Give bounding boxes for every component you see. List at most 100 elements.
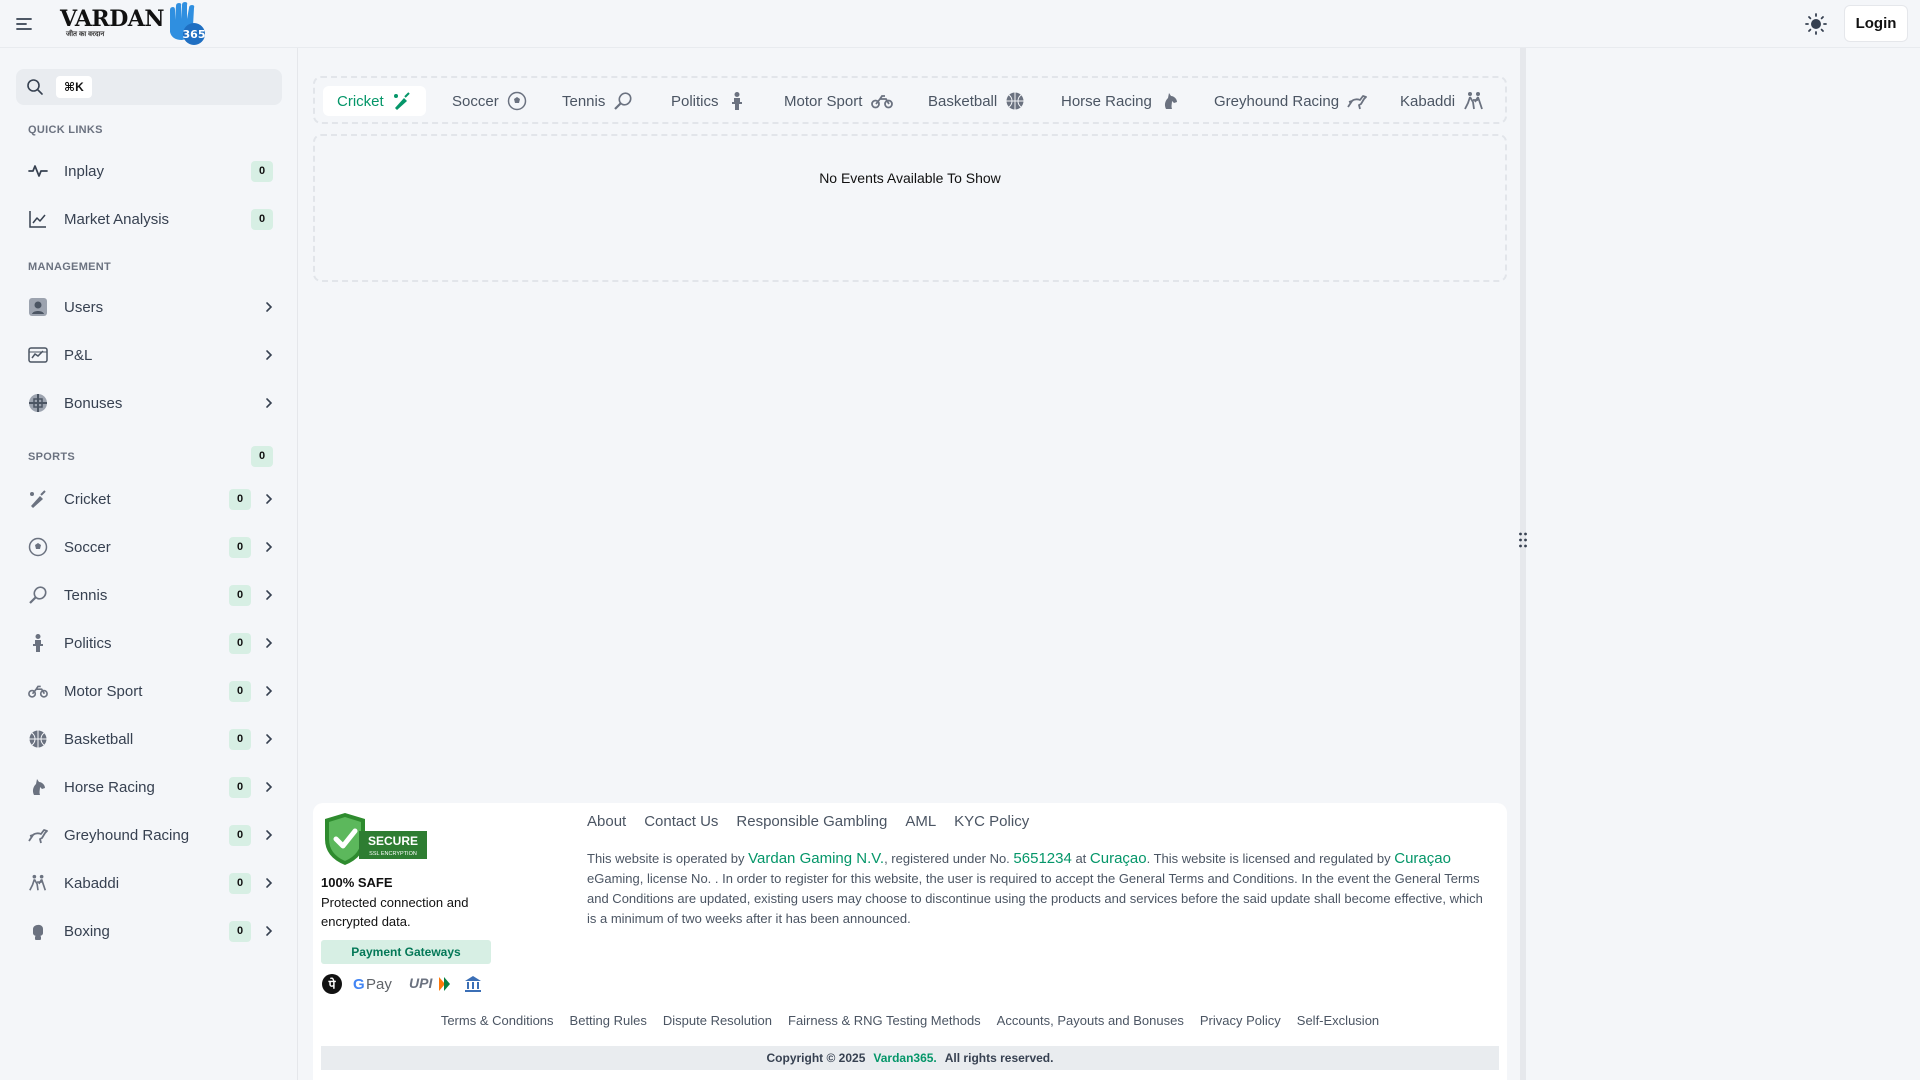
sidebar-item-label: Bonuses xyxy=(64,395,123,412)
registration-place: Curaçao xyxy=(1089,850,1147,867)
sidebar-item-label: Soccer xyxy=(64,539,111,556)
sidebar-item-label: Boxing xyxy=(64,923,110,940)
accounts-payouts-link[interactable]: Accounts, Payouts and Bonuses xyxy=(997,1013,1184,1028)
search-shortcut: ⌘K xyxy=(56,76,92,98)
sidebar-item-motor-sport[interactable]: Motor Sport 0 xyxy=(16,671,282,711)
chevron-right-icon xyxy=(266,494,273,504)
tab-tennis[interactable]: Tennis xyxy=(548,86,647,116)
sidebar-item-label: Tennis xyxy=(64,587,108,604)
svg-text:पे: पे xyxy=(328,978,337,992)
regulator-link[interactable]: Curaçao xyxy=(1394,850,1451,867)
aml-link[interactable]: AML xyxy=(905,813,936,830)
bank-icon xyxy=(465,976,481,992)
legal-text-part: , registered under No. xyxy=(884,851,1014,866)
registration-number: 5651234 xyxy=(1013,850,1072,867)
responsible-gambling-link[interactable]: Responsible Gambling xyxy=(736,813,887,830)
about-link[interactable]: About xyxy=(587,813,626,830)
phonepe-icon: पे xyxy=(322,974,342,994)
safe-title: 100% SAFE xyxy=(321,875,393,890)
chevron-right-icon xyxy=(266,542,273,552)
count-badge: 0 xyxy=(251,209,273,230)
sidebar-item-kabaddi[interactable]: Kabaddi 0 xyxy=(16,863,282,903)
sidebar-item-greyhound-racing[interactable]: Greyhound Racing 0 xyxy=(16,815,282,855)
greyhound-icon xyxy=(28,825,48,845)
tab-greyhound-racing[interactable]: Greyhound Racing xyxy=(1200,86,1381,116)
sidebar-item-users[interactable]: Users xyxy=(16,287,282,327)
sidebar-item-cricket[interactable]: Cricket 0 xyxy=(16,479,282,519)
company-name: Vardan Gaming N.V. xyxy=(748,850,885,867)
logo-tagline: जीत का वरदान xyxy=(66,31,105,38)
horse-head-icon xyxy=(28,777,48,797)
copyright-suffix: All rights reserved. xyxy=(944,1051,1054,1065)
chevron-right-icon xyxy=(266,734,273,744)
politics-podium-icon xyxy=(731,92,742,110)
menu-icon[interactable] xyxy=(14,14,34,34)
sidebar-item-label: Market Analysis xyxy=(64,211,170,228)
tab-cricket[interactable]: Cricket xyxy=(323,86,426,116)
sidebar-item-bonuses[interactable]: Bonuses xyxy=(16,383,282,423)
chevron-right-icon xyxy=(266,782,273,792)
tab-soccer[interactable]: Soccer xyxy=(438,86,541,116)
sidebar-item-inplay[interactable]: Inplay 0 xyxy=(16,151,282,191)
count-badge: 0 xyxy=(229,585,251,606)
kyc-policy-link[interactable]: KYC Policy xyxy=(954,813,1029,830)
management-title: MANAGEMENT xyxy=(28,261,112,273)
login-button[interactable]: Login xyxy=(1844,5,1908,42)
search-box[interactable]: ⌘K xyxy=(16,69,282,105)
dispute-resolution-link[interactable]: Dispute Resolution xyxy=(663,1013,772,1028)
count-badge: 0 xyxy=(229,489,251,510)
brand-logo[interactable]: VARDAN जीत का वरदान 365 xyxy=(60,2,210,46)
count-badge: 0 xyxy=(229,825,251,846)
sun-icon[interactable] xyxy=(1805,13,1827,35)
footer-links: About Contact Us Responsible Gambling AM… xyxy=(587,813,1029,830)
events-panel: No Events Available To Show xyxy=(313,134,1507,282)
motorbike-icon xyxy=(871,95,894,109)
tab-horse-racing[interactable]: Horse Racing xyxy=(1047,86,1194,116)
tab-label: Politics xyxy=(671,92,719,110)
drag-handle-icon[interactable] xyxy=(1517,531,1529,549)
sidebar-item-tennis[interactable]: Tennis 0 xyxy=(16,575,282,615)
tab-motor-sport[interactable]: Motor Sport xyxy=(770,86,908,116)
user-icon xyxy=(28,297,48,317)
tab-kabaddi[interactable]: Kabaddi xyxy=(1386,86,1499,116)
sidebar-item-horse-racing[interactable]: Horse Racing 0 xyxy=(16,767,282,807)
sidebar-item-label: Cricket xyxy=(64,491,111,508)
count-badge: 0 xyxy=(229,537,251,558)
search-input[interactable] xyxy=(98,75,274,99)
sport-tabs: Cricket Soccer Tennis Politics Motor Spo… xyxy=(313,76,1507,124)
sidebar-item-soccer[interactable]: Soccer 0 xyxy=(16,527,282,567)
contact-us-link[interactable]: Contact Us xyxy=(644,813,718,830)
sidebar-item-label: Horse Racing xyxy=(64,779,155,796)
sidebar-item-boxing[interactable]: Boxing 0 xyxy=(16,911,282,951)
tennis-racket-icon xyxy=(614,92,632,110)
legal-text-part: eGaming, license No. . In order to regis… xyxy=(587,871,1483,926)
sidebar-item-label: Inplay xyxy=(64,163,105,180)
self-exclusion-link[interactable]: Self-Exclusion xyxy=(1297,1013,1379,1028)
count-badge: 0 xyxy=(251,161,273,182)
count-badge: 0 xyxy=(229,633,251,654)
sidebar-item-politics[interactable]: Politics 0 xyxy=(16,623,282,663)
tab-label: Motor Sport xyxy=(784,92,863,110)
count-badge: 0 xyxy=(229,777,251,798)
top-header: VARDAN जीत का वरदान 365 Login xyxy=(0,0,1920,48)
soccer-ball-icon xyxy=(507,91,526,111)
copyright-bar: Copyright © 2025 Vardan365. All rights res… xyxy=(321,1046,1499,1070)
sidebar-item-pnl[interactable]: P&L xyxy=(16,335,282,375)
panel-splitter[interactable] xyxy=(1520,48,1526,1080)
fairness-rng-link[interactable]: Fairness & RNG Testing Methods xyxy=(788,1013,981,1028)
kabaddi-players-icon xyxy=(1464,92,1483,110)
betting-rules-link[interactable]: Betting Rules xyxy=(570,1013,647,1028)
copyright-prefix: Copyright © 2025 xyxy=(766,1051,866,1065)
svg-text:UPI: UPI xyxy=(409,975,433,991)
sidebar-item-market-analysis[interactable]: Market Analysis 0 xyxy=(16,199,282,239)
terms-link[interactable]: Terms & Conditions xyxy=(441,1013,554,1028)
tab-politics[interactable]: Politics xyxy=(657,86,761,116)
privacy-policy-link[interactable]: Privacy Policy xyxy=(1200,1013,1281,1028)
sidebar-item-basketball[interactable]: Basketball 0 xyxy=(16,719,282,759)
chevron-right-icon xyxy=(266,398,273,408)
cricket-icon xyxy=(393,92,410,110)
secure-badge-subtext: SSL ENCRYPTION xyxy=(369,851,417,857)
policy-links: Terms & Conditions Betting Rules Dispute… xyxy=(313,1013,1507,1028)
tab-basketball[interactable]: Basketball xyxy=(914,86,1039,116)
legal-text-part: at xyxy=(1071,851,1090,866)
